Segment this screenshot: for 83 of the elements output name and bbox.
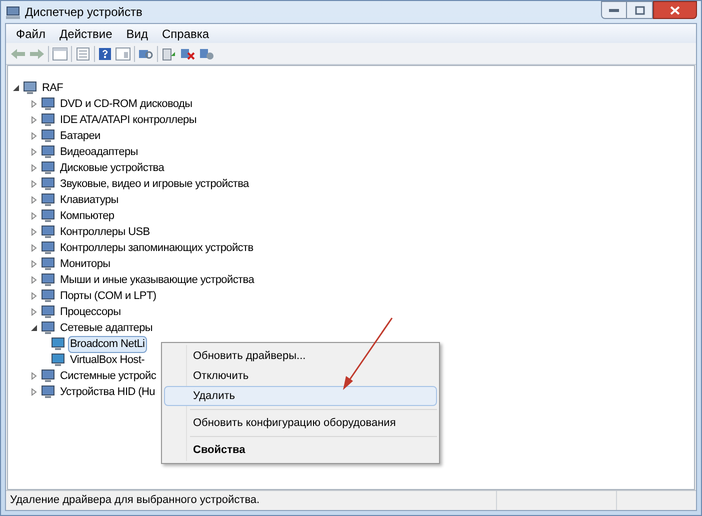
maximize-button[interactable]: [627, 1, 653, 19]
expand-arrow-icon[interactable]: [30, 228, 38, 236]
tree-item[interactable]: RAF: [40, 80, 66, 96]
device-icon: [40, 225, 56, 239]
menu-item[interactable]: Справка: [156, 24, 216, 42]
status-text: Удаление драйвера для выбранного устройства.: [9, 493, 261, 508]
computer-icon: [5, 4, 21, 20]
tree-item[interactable]: Порты (COM и LPT): [58, 288, 158, 304]
tree-item[interactable]: Компьютер: [58, 208, 116, 224]
tree-item[interactable]: Видеоадаптеры: [58, 144, 140, 160]
tree-item[interactable]: Батареи: [58, 128, 102, 144]
device-icon: [40, 97, 56, 111]
expand-arrow-icon[interactable]: [30, 148, 38, 156]
context-menu-item[interactable]: Обновить конфигурацию оборудования: [164, 413, 437, 433]
device-icon: [40, 257, 56, 271]
expand-arrow-icon[interactable]: [30, 388, 38, 396]
device-icon: [40, 369, 56, 383]
computer-icon: [22, 81, 38, 95]
tree-item[interactable]: Мыши и иные указывающие устройства: [58, 272, 256, 288]
tree-item[interactable]: Клавиатуры: [58, 192, 120, 208]
uninstall-icon[interactable]: [180, 46, 196, 60]
device-icon: [40, 273, 56, 287]
expand-arrow-icon[interactable]: [30, 308, 38, 316]
tree-item[interactable]: Контроллеры USB: [58, 224, 152, 240]
minimize-icon: [609, 8, 619, 12]
expand-arrow-icon[interactable]: [30, 164, 38, 172]
tree-item[interactable]: Дисковые устройства: [58, 160, 166, 176]
tree-item[interactable]: Сетевые адаптеры: [58, 320, 155, 336]
menu-item[interactable]: Файл: [10, 24, 52, 42]
device-icon: [40, 209, 56, 223]
window-title: Диспетчер устройств: [25, 4, 142, 21]
menu-item[interactable]: Вид: [120, 24, 154, 42]
tree-item[interactable]: Устройства HID (Hu: [58, 384, 157, 400]
device-icon: [40, 289, 56, 303]
context-menu-item[interactable]: Отключить: [164, 366, 437, 386]
maximize-icon: [634, 6, 644, 14]
back-arrow-icon[interactable]: [10, 46, 26, 60]
collapse-arrow-icon[interactable]: [12, 84, 20, 92]
expand-arrow-icon[interactable]: [30, 212, 38, 220]
device-icon: [40, 177, 56, 191]
tree-item[interactable]: Звуковые, видео и игровые устройства: [58, 176, 251, 192]
device-icon: [40, 241, 56, 255]
tree-item[interactable]: DVD и CD-ROM дисководы: [58, 96, 194, 112]
tree-item[interactable]: Процессоры: [58, 304, 123, 320]
tree-item[interactable]: IDE ATA/ATAPI контроллеры: [58, 112, 198, 128]
network-adapter-icon: [50, 353, 66, 367]
expand-arrow-icon[interactable]: [30, 180, 38, 188]
close-button[interactable]: [653, 1, 697, 19]
tree-item[interactable]: Системные устройс: [58, 368, 158, 384]
expand-arrow-icon[interactable]: [30, 292, 38, 300]
context-menu-item[interactable]: Обновить драйверы...: [164, 346, 437, 366]
expand-arrow-icon[interactable]: [30, 372, 38, 380]
panel-icon[interactable]: [115, 46, 131, 60]
tree-item[interactable]: Broadcom NetLi: [68, 336, 147, 352]
collapse-arrow-icon[interactable]: [30, 324, 38, 332]
tree-item[interactable]: Мониторы: [58, 256, 112, 272]
device-icon: [40, 129, 56, 143]
expand-arrow-icon[interactable]: [30, 260, 38, 268]
device-icon: [40, 305, 56, 319]
network-adapter-icon: [50, 337, 66, 351]
expand-arrow-icon[interactable]: [30, 244, 38, 252]
device-icon: [40, 113, 56, 127]
help-icon[interactable]: [98, 46, 112, 60]
forward-arrow-icon[interactable]: [29, 46, 45, 60]
context-menu-item[interactable]: Свойства: [164, 440, 437, 460]
expand-arrow-icon[interactable]: [30, 132, 38, 140]
close-icon: [670, 6, 680, 14]
expand-arrow-icon[interactable]: [30, 116, 38, 124]
device-icon: [40, 161, 56, 175]
minimize-button[interactable]: [601, 1, 627, 19]
panel-icon[interactable]: [52, 46, 68, 60]
tree-item[interactable]: Контроллеры запоминающих устройств: [58, 240, 256, 256]
properties-icon[interactable]: [75, 46, 91, 60]
context-menu-item[interactable]: Удалить: [164, 386, 437, 406]
expand-arrow-icon[interactable]: [30, 196, 38, 204]
tree-item[interactable]: VirtualBox Host-: [68, 352, 146, 368]
expand-arrow-icon[interactable]: [30, 100, 38, 108]
expand-arrow-icon[interactable]: [30, 276, 38, 284]
menu-item[interactable]: Действие: [54, 24, 118, 42]
device-icon: [40, 385, 56, 399]
device-icon: [40, 321, 56, 335]
device-icon: [40, 145, 56, 159]
device-icon: [40, 193, 56, 207]
